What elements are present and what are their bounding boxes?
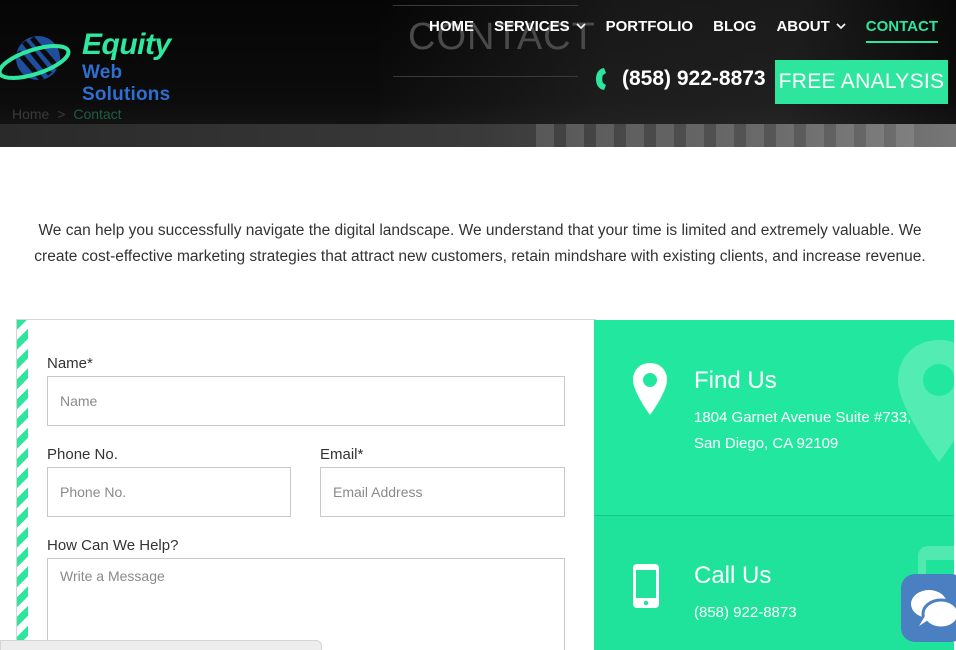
name-label: Name* bbox=[47, 355, 93, 372]
contact-form: Name* Phone No. Email* How Can We Help? bbox=[16, 319, 596, 650]
map-pin-icon bbox=[633, 363, 667, 415]
call-us-title: Call Us bbox=[694, 562, 772, 589]
intro-line-2: create cost-effective marketing strategi… bbox=[34, 248, 926, 265]
logo-text-secondary: Web Solutions bbox=[82, 62, 171, 105]
nav-item-label: BLOG bbox=[713, 17, 757, 35]
phone-label: Phone No. bbox=[47, 446, 118, 463]
chevron-down-icon bbox=[836, 23, 846, 30]
nav-item-label: SERVICES bbox=[494, 17, 570, 35]
find-us-block: Find Us 1804 Garnet Avenue Suite #733, S… bbox=[594, 320, 954, 514]
contact-info-panel: Find Us 1804 Garnet Avenue Suite #733, S… bbox=[594, 320, 954, 650]
email-field[interactable] bbox=[320, 467, 565, 517]
free-analysis-button[interactable]: FREE ANALYSIS bbox=[775, 60, 948, 104]
live-chat-button[interactable] bbox=[901, 574, 956, 642]
nav-item-label: CONTACT bbox=[865, 17, 938, 35]
logo-text-primary: Equity bbox=[82, 28, 171, 61]
nav-item-label: PORTFOLIO bbox=[605, 17, 694, 35]
intro-line-1: We can help you successfully navigate th… bbox=[38, 222, 922, 239]
nav-item-label: HOME bbox=[429, 17, 475, 35]
chat-bubbles-icon bbox=[911, 590, 956, 630]
decorative-stripe bbox=[17, 320, 28, 650]
email-label: Email* bbox=[320, 446, 364, 463]
mobile-phone-icon bbox=[633, 564, 659, 608]
phone-handset-icon bbox=[596, 68, 606, 90]
breadcrumb-current: Contact bbox=[73, 106, 122, 122]
header-phone[interactable]: (858) 922-8873 bbox=[594, 66, 766, 92]
header-background-band bbox=[0, 124, 956, 147]
call-us-phone[interactable]: (858) 922-8873 bbox=[694, 600, 797, 626]
call-us-block: Call Us (858) 922-8873 bbox=[594, 515, 954, 650]
find-us-title: Find Us bbox=[694, 367, 777, 394]
message-field[interactable] bbox=[47, 558, 565, 650]
breadcrumb: Home > Contact bbox=[12, 106, 122, 122]
breadcrumb-home-link[interactable]: Home bbox=[12, 106, 49, 122]
map-pin-watermark-icon bbox=[898, 340, 954, 462]
chevron-down-icon bbox=[576, 23, 586, 30]
address-line-1: 1804 Garnet Avenue Suite #733, bbox=[694, 409, 912, 426]
nav-item-label: ABOUT bbox=[776, 17, 830, 35]
name-field[interactable] bbox=[47, 376, 565, 426]
nav-item-blog[interactable]: BLOG bbox=[703, 16, 766, 36]
main-navigation: HOME SERVICES PORTFOLIO BLOG ABOUT CONTA… bbox=[419, 16, 948, 43]
page-header: Equity Web Solutions CONTACT Home > Cont… bbox=[0, 0, 956, 147]
logo-globe-icon bbox=[0, 36, 71, 82]
nav-item-about[interactable]: ABOUT bbox=[766, 16, 855, 36]
browser-status-tooltip bbox=[0, 640, 322, 650]
phone-field[interactable] bbox=[47, 467, 291, 517]
nav-item-home[interactable]: HOME bbox=[419, 16, 484, 36]
nav-item-portfolio[interactable]: PORTFOLIO bbox=[596, 16, 704, 36]
message-label: How Can We Help? bbox=[47, 537, 179, 554]
intro-paragraph: We can help you successfully navigate th… bbox=[20, 218, 940, 270]
address-line-2: San Diego, CA 92109 bbox=[694, 435, 839, 452]
breadcrumb-separator: > bbox=[57, 106, 66, 122]
site-logo[interactable]: Equity Web Solutions bbox=[0, 24, 210, 105]
header-phone-number: (858) 922-8873 bbox=[622, 67, 766, 90]
nav-item-services[interactable]: SERVICES bbox=[484, 16, 596, 36]
nav-item-contact[interactable]: CONTACT bbox=[856, 16, 948, 43]
